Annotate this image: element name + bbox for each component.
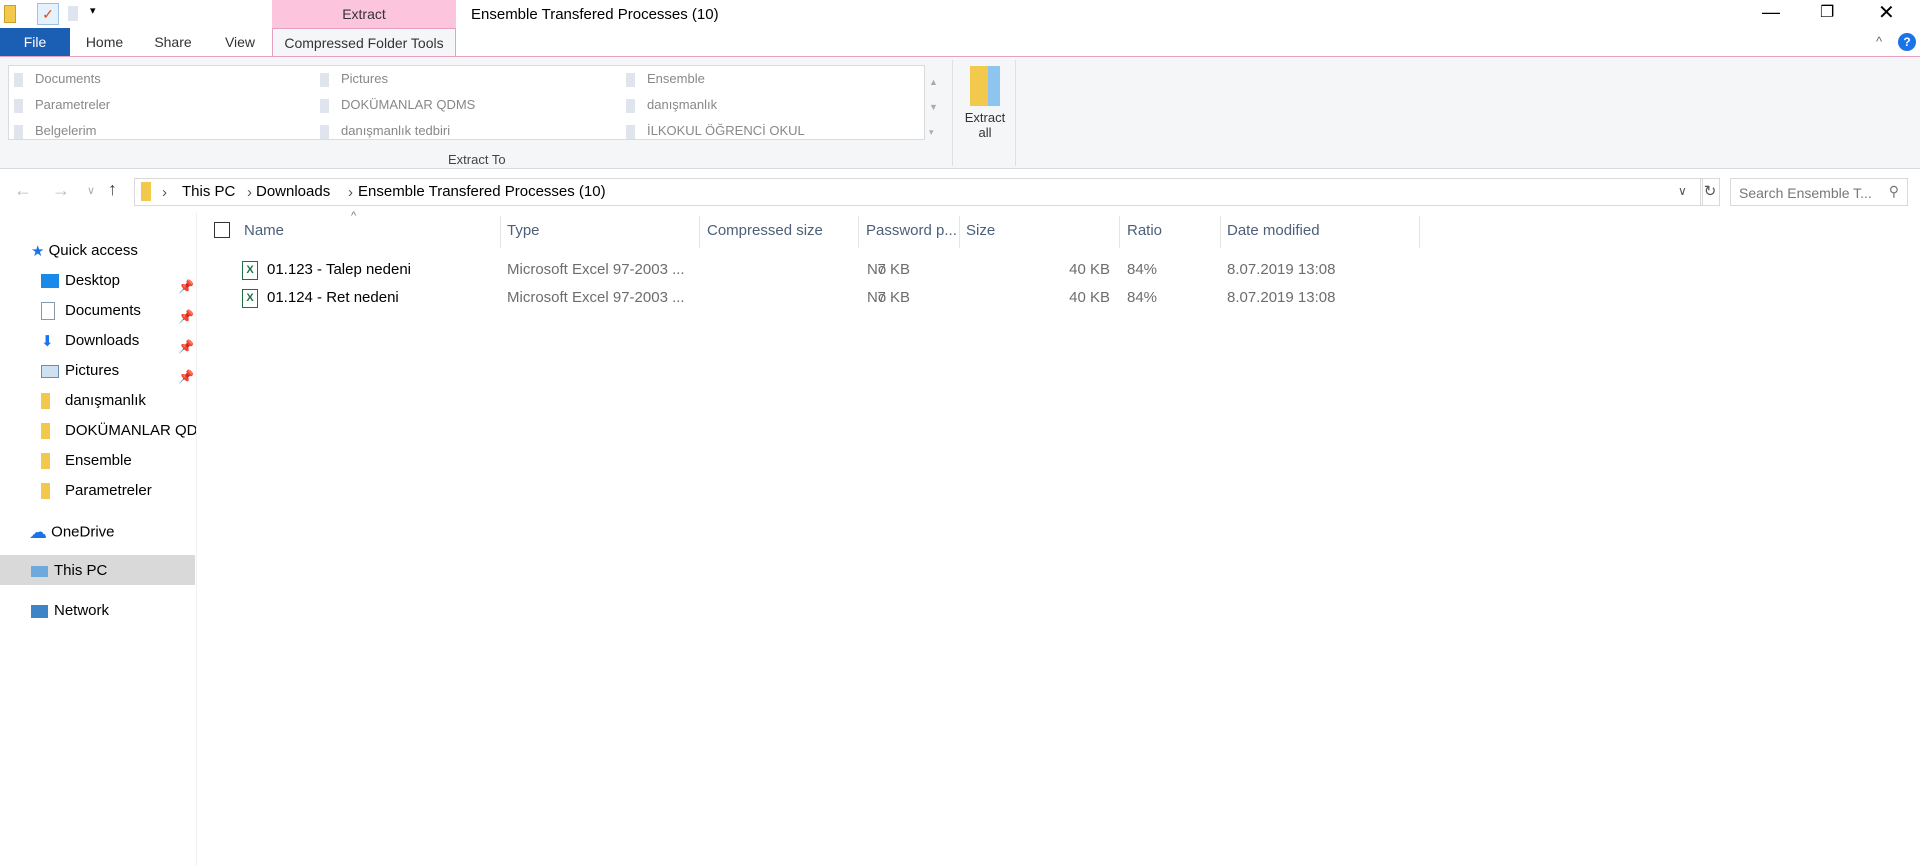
- tab-view[interactable]: View: [208, 28, 272, 56]
- address-dropdown-icon[interactable]: ∨: [1678, 184, 1687, 198]
- file-type: Microsoft Excel 97-2003 ...: [507, 289, 685, 306]
- file-compressed-size: 7 KB: [877, 261, 910, 278]
- column-password[interactable]: Password p...: [866, 222, 957, 239]
- gallery-item[interactable]: danışmanlık tedbiri: [320, 123, 450, 139]
- gallery-item[interactable]: Documents: [14, 71, 101, 87]
- sidebar-item-downloads[interactable]: ⬇ Downloads: [41, 332, 139, 350]
- help-icon[interactable]: ?: [1898, 33, 1916, 51]
- sidebar-this-pc[interactable]: This PC: [31, 562, 107, 579]
- folder-icon: [41, 453, 50, 470]
- divider: [1015, 60, 1016, 166]
- extract-all-label: all: [978, 125, 992, 140]
- excel-file-icon: X: [242, 289, 258, 308]
- file-password: No: [867, 261, 887, 278]
- documents-icon: [41, 302, 55, 321]
- file-size: 40 KB: [1069, 289, 1110, 306]
- tab-home[interactable]: Home: [71, 28, 138, 56]
- gallery-item[interactable]: Ensemble: [626, 71, 705, 87]
- sidebar-item-folder[interactable]: danışmanlık: [41, 392, 146, 410]
- select-all-checkbox[interactable]: [214, 222, 230, 238]
- tab-compressed-folder-tools[interactable]: Compressed Folder Tools: [272, 28, 456, 56]
- extract-all-button[interactable]: Extract all: [955, 62, 1015, 146]
- pictures-icon: [41, 364, 59, 378]
- file-date: 8.07.2019 13:08: [1227, 289, 1336, 306]
- new-folder-icon[interactable]: [68, 6, 78, 21]
- extract-all-icon: [970, 66, 1000, 106]
- column-date-modified[interactable]: Date modified: [1227, 222, 1320, 239]
- extract-context-header: Extract: [272, 0, 456, 28]
- tab-share[interactable]: Share: [138, 28, 208, 56]
- refresh-button[interactable]: ↻: [1700, 178, 1720, 206]
- sidebar-item-desktop[interactable]: Desktop: [41, 272, 120, 289]
- column-compressed-size[interactable]: Compressed size: [707, 222, 823, 239]
- file-compressed-size: 7 KB: [877, 289, 910, 306]
- sidebar-quick-access[interactable]: ★ Quick access: [31, 242, 138, 260]
- extract-to-label: Extract To: [448, 152, 506, 167]
- recent-locations-button[interactable]: ∨: [87, 184, 95, 197]
- window-title: Ensemble Transfered Processes (10): [471, 6, 719, 23]
- pin-icon[interactable]: 📌 📌 📌 📌: [178, 272, 194, 392]
- file-password: No: [867, 289, 887, 306]
- breadcrumb-downloads[interactable]: Downloads: [256, 183, 330, 200]
- file-name: 01.124 - Ret nedeni: [267, 289, 399, 306]
- forward-button[interactable]: →: [52, 180, 70, 201]
- sidebar-item-folder[interactable]: Ensemble: [41, 452, 132, 470]
- minimize-button[interactable]: —: [1762, 2, 1780, 23]
- sidebar-network[interactable]: Network: [31, 602, 109, 619]
- file-row[interactable]: X 01.123 - Talep nedeni Microsoft Excel …: [240, 258, 1420, 288]
- network-icon: [31, 604, 48, 618]
- gallery-item[interactable]: danışmanlık: [626, 97, 717, 113]
- star-icon: ★: [31, 243, 45, 261]
- close-button[interactable]: ✕: [1878, 0, 1895, 25]
- sidebar-item-folder[interactable]: Parametreler: [41, 482, 152, 500]
- properties-icon[interactable]: ✓: [37, 3, 59, 25]
- divider: [952, 60, 953, 166]
- back-button[interactable]: ←: [14, 180, 32, 201]
- gallery-item[interactable]: DOKÜMANLAR QDMS: [320, 97, 475, 113]
- computer-icon: [31, 565, 48, 577]
- gallery-item[interactable]: Belgelerim: [14, 123, 96, 139]
- search-icon: ⚲: [1888, 183, 1899, 199]
- sort-ascending-icon: ^: [351, 210, 357, 222]
- column-ratio[interactable]: Ratio: [1127, 222, 1162, 239]
- file-date: 8.07.2019 13:08: [1227, 261, 1336, 278]
- breadcrumb-this-pc[interactable]: This PC: [182, 183, 235, 200]
- gallery-item[interactable]: İLKOKUL ÖĞRENCİ OKUL: [626, 123, 805, 139]
- tab-file[interactable]: File: [0, 28, 70, 56]
- folder-icon: [41, 423, 50, 440]
- quick-access-dropdown-icon[interactable]: ▾: [90, 4, 96, 17]
- column-type[interactable]: Type: [507, 222, 540, 239]
- folder-icon: [41, 483, 50, 500]
- file-row[interactable]: X 01.124 - Ret nedeni Microsoft Excel 97…: [240, 286, 1420, 316]
- column-size[interactable]: Size: [966, 222, 995, 239]
- column-name[interactable]: Name: [244, 222, 284, 239]
- search-input[interactable]: Search Ensemble T... ⚲: [1730, 178, 1908, 206]
- extract-all-label: Extract: [964, 110, 1006, 125]
- gallery-item[interactable]: Parametreler: [14, 97, 110, 113]
- file-type: Microsoft Excel 97-2003 ...: [507, 261, 685, 278]
- desktop-icon: [41, 274, 59, 289]
- sidebar-item-folder[interactable]: DOKÜMANLAR QDMS: [41, 422, 196, 440]
- breadcrumb-current[interactable]: Ensemble Transfered Processes (10): [358, 183, 606, 200]
- file-name: 01.123 - Talep nedeni: [267, 261, 412, 278]
- up-button[interactable]: ↑: [108, 179, 117, 200]
- sidebar-onedrive[interactable]: ☁ OneDrive: [29, 522, 115, 543]
- file-ratio: 84%: [1127, 261, 1158, 278]
- excel-file-icon: X: [242, 261, 258, 280]
- file-size: 40 KB: [1069, 261, 1110, 278]
- collapse-ribbon-icon[interactable]: ^: [1876, 34, 1882, 49]
- gallery-scroll[interactable]: ▲ ▼ ▾: [929, 70, 938, 145]
- download-icon: ⬇: [41, 333, 54, 351]
- cloud-icon: ☁: [29, 522, 47, 542]
- zip-folder-icon: [4, 5, 16, 23]
- sidebar-item-pictures[interactable]: Pictures: [41, 362, 119, 379]
- file-ratio: 84%: [1127, 289, 1158, 306]
- zip-folder-icon: [141, 182, 151, 201]
- gallery-item[interactable]: Pictures: [320, 71, 388, 87]
- sidebar-item-documents[interactable]: Documents: [41, 302, 141, 321]
- folder-icon: [41, 393, 50, 410]
- restore-button[interactable]: ❐: [1820, 2, 1834, 22]
